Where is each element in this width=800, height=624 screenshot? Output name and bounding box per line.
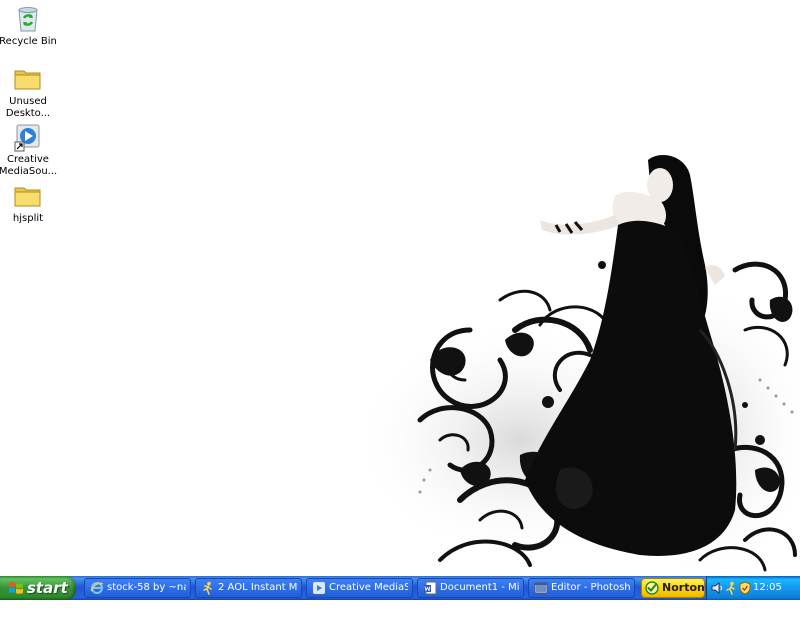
- system-tray: 12:05 AM: [706, 576, 800, 617]
- desktop-icon-label: Unused Deskto...: [5, 96, 51, 119]
- media-source-icon: [313, 582, 325, 594]
- recycle-bin-icon: [18, 7, 38, 32]
- taskbar-button-aim[interactable]: 2 AOL Instant M...: [195, 578, 302, 598]
- taskbar: start stock-58 by ~nan... 2 AOL Instant …: [0, 576, 800, 617]
- folder-icon: [14, 70, 41, 90]
- wallpaper-image: [350, 155, 800, 576]
- security-shield-icon[interactable]: [738, 581, 752, 595]
- folder-icon: [14, 187, 41, 207]
- taskbar-button-photoshop[interactable]: Editor - Photosho...: [528, 578, 635, 598]
- norton-label: Norton: [662, 581, 705, 594]
- media-player-shortcut-icon: [14, 124, 40, 152]
- taskbar-button-label: stock-58 by ~nan...: [107, 582, 186, 593]
- norton-button[interactable]: Norton: [641, 578, 705, 598]
- desktop-icon-creative-mediasource[interactable]: Creative MediaSou...: [0, 120, 60, 178]
- windows-logo-icon: [9, 582, 23, 594]
- desktop-icon-unused-desktop-shortcuts[interactable]: Unused Deskto...: [0, 62, 60, 120]
- taskbar-button-label: Document1 - Micr...: [440, 582, 519, 593]
- taskbar-button-word[interactable]: Document1 - Micr...: [417, 578, 524, 598]
- start-button[interactable]: start: [0, 576, 76, 600]
- taskbar-button-browser[interactable]: stock-58 by ~nan...: [84, 578, 191, 598]
- desktop[interactable]: Recycle Bin Unused Deskto... Creative Me…: [0, 0, 800, 576]
- taskbar-button-label: Creative MediaSo...: [329, 582, 408, 593]
- aim-running-man-icon: [203, 581, 212, 595]
- aim-tray-icon[interactable]: [724, 581, 738, 595]
- taskbar-button-mediasource[interactable]: Creative MediaSo...: [306, 578, 413, 598]
- taskbar-button-label: Editor - Photosho...: [551, 582, 630, 593]
- speaker-icon[interactable]: [710, 581, 724, 595]
- desktop-icon-label: Recycle Bin: [0, 36, 57, 47]
- start-label: start: [27, 579, 68, 597]
- desktop-icon-hjsplit[interactable]: hjsplit: [0, 179, 60, 225]
- clock[interactable]: 12:05 AM: [753, 576, 800, 624]
- desktop-icon-label: Creative MediaSou...: [0, 154, 58, 177]
- internet-explorer-icon: [90, 582, 104, 594]
- desktop-icon-label: hjsplit: [12, 213, 44, 224]
- taskbar-button-label: 2 AOL Instant M...: [218, 582, 297, 593]
- desktop-icon-recycle-bin[interactable]: Recycle Bin: [0, 2, 60, 48]
- photoshop-editor-icon: [534, 582, 548, 594]
- word-document-icon: [424, 581, 437, 595]
- norton-check-icon: [645, 581, 659, 595]
